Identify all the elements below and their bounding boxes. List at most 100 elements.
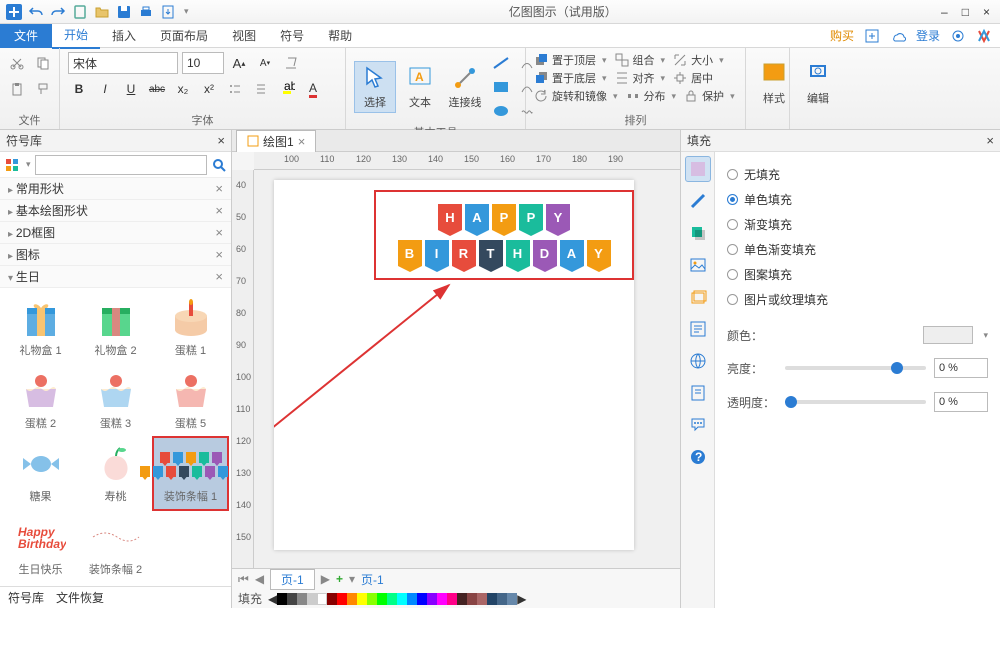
font-color-icon[interactable]: A <box>302 78 324 100</box>
swatch[interactable] <box>377 593 387 605</box>
maximize-button[interactable]: □ <box>962 5 969 19</box>
swatch[interactable] <box>287 593 297 605</box>
comment-tab-icon[interactable] <box>685 412 711 438</box>
fill-pane-close-icon[interactable]: × <box>986 133 994 148</box>
line-spacing-icon[interactable] <box>250 78 272 100</box>
symbol-search-input[interactable] <box>35 155 207 175</box>
tab-view[interactable]: 视图 <box>220 23 268 48</box>
align-button[interactable]: 对齐▾ <box>615 70 666 86</box>
send-back-button[interactable]: 置于底层▾ <box>534 70 607 86</box>
copy-icon[interactable] <box>32 52 54 74</box>
bullets-icon[interactable] <box>224 78 246 100</box>
help-tab-icon[interactable]: ? <box>685 444 711 470</box>
shape-banner2[interactable]: 装饰条幅 2 <box>79 511 152 582</box>
tab-layout[interactable]: 页面布局 <box>148 23 220 48</box>
swatch[interactable] <box>317 593 327 605</box>
format-painter-icon[interactable] <box>32 78 54 100</box>
shape-happy-birthday[interactable]: HappyBirthday!生日快乐 <box>4 511 77 582</box>
subscript-icon[interactable]: x₂ <box>172 78 194 100</box>
font-shrink-icon[interactable]: A▾ <box>254 52 276 74</box>
close-button[interactable]: × <box>983 5 990 19</box>
clear-format-icon[interactable] <box>280 52 302 74</box>
export-icon[interactable] <box>160 4 176 20</box>
swatch[interactable] <box>327 593 337 605</box>
shape-gift1[interactable]: 礼物盒 1 <box>4 292 77 363</box>
page-tab[interactable]: 页-1 <box>270 569 315 590</box>
document-tab[interactable]: 绘图1 × <box>236 130 316 152</box>
new-icon[interactable] <box>72 4 88 20</box>
shape-cake1[interactable]: 蛋糕 1 <box>154 292 227 363</box>
brightness-slider[interactable] <box>785 366 926 370</box>
swatch[interactable] <box>507 593 517 605</box>
fill-option-none[interactable]: 无填充 <box>727 162 988 187</box>
highlight-icon[interactable]: ab <box>276 78 298 100</box>
shape-cake3[interactable]: 蛋糕 3 <box>79 365 152 436</box>
opacity-slider[interactable] <box>785 400 926 404</box>
swatch[interactable] <box>387 593 397 605</box>
library-icon[interactable] <box>4 157 20 173</box>
category-2d[interactable]: ▸ 2D框图× <box>0 222 231 244</box>
fill-tab-icon[interactable] <box>685 156 711 182</box>
underline-button[interactable]: U <box>120 78 142 100</box>
paste-icon[interactable] <box>6 78 28 100</box>
text-tool[interactable]: A 文本 <box>400 62 440 112</box>
symbol-pane-close-icon[interactable]: × <box>217 133 225 148</box>
search-icon[interactable] <box>211 157 227 173</box>
picture-tab-icon[interactable] <box>685 252 711 278</box>
italic-button[interactable]: I <box>94 78 116 100</box>
settings-icon[interactable] <box>950 28 966 44</box>
center-button[interactable]: 居中 <box>673 70 713 86</box>
login-link[interactable]: 登录 <box>916 27 940 44</box>
opacity-value[interactable]: 0 % <box>934 392 988 412</box>
distribute-button[interactable]: 分布▾ <box>626 88 677 104</box>
swatch[interactable] <box>407 593 417 605</box>
font-size-input[interactable] <box>182 52 224 74</box>
fill-option-mono-gradient[interactable]: 单色渐变填充 <box>727 237 988 262</box>
hyperlink-tab-icon[interactable] <box>685 348 711 374</box>
undo-icon[interactable] <box>28 4 44 20</box>
share-icon[interactable] <box>864 28 880 44</box>
strike-button[interactable]: abc <box>146 78 168 100</box>
save-icon[interactable] <box>116 4 132 20</box>
fill-option-picture[interactable]: 图片或纹理填充 <box>727 287 988 312</box>
swatch[interactable] <box>427 593 437 605</box>
fill-option-solid[interactable]: 单色填充 <box>727 187 988 212</box>
superscript-icon[interactable]: x² <box>198 78 220 100</box>
rect-tool-icon[interactable] <box>490 76 512 98</box>
buy-link[interactable]: 购买 <box>830 27 854 44</box>
swatch[interactable] <box>497 593 507 605</box>
size-button[interactable]: 大小▾ <box>673 52 724 68</box>
ellipse-tool-icon[interactable] <box>490 100 512 122</box>
swatch[interactable] <box>397 593 407 605</box>
qat-dropdown-icon[interactable]: ▾ <box>184 6 189 17</box>
selected-object[interactable]: H A P P Y B I R T H <box>374 190 634 280</box>
style-button[interactable]: 样式 <box>754 58 794 108</box>
tab-insert[interactable]: 插入 <box>100 23 148 48</box>
shape-candy[interactable]: 糖果 <box>4 438 77 509</box>
page-first-icon[interactable]: ⏮ <box>238 572 249 587</box>
footer-tab-recovery[interactable]: 文件恢复 <box>56 589 104 606</box>
tab-help[interactable]: 帮助 <box>316 23 364 48</box>
connector-tool[interactable]: 连接线 <box>444 62 486 112</box>
redo-icon[interactable] <box>50 4 66 20</box>
canvas-scroll[interactable]: H A P P Y B I R T H <box>254 170 680 568</box>
rotate-button[interactable]: 旋转和镜像▾ <box>534 88 618 104</box>
swatch[interactable] <box>347 593 357 605</box>
page[interactable]: H A P P Y B I R T H <box>274 180 634 550</box>
tab-home[interactable]: 开始 <box>52 22 100 49</box>
swatch[interactable] <box>457 593 467 605</box>
page-next-icon[interactable]: ▶ <box>321 572 330 586</box>
file-tab[interactable]: 文件 <box>0 24 52 48</box>
shape-cake5[interactable]: 蛋糕 5 <box>154 365 227 436</box>
swatch[interactable] <box>467 593 477 605</box>
select-tool[interactable]: 选择 <box>354 61 396 113</box>
swatch[interactable] <box>307 593 317 605</box>
print-icon[interactable] <box>138 4 154 20</box>
category-icons[interactable]: ▸ 图标× <box>0 244 231 266</box>
swatch[interactable] <box>417 593 427 605</box>
shape-gift2[interactable]: 礼物盒 2 <box>79 292 152 363</box>
swatch[interactable] <box>447 593 457 605</box>
swatch[interactable] <box>337 593 347 605</box>
tab-symbol[interactable]: 符号 <box>268 23 316 48</box>
swatch[interactable] <box>487 593 497 605</box>
